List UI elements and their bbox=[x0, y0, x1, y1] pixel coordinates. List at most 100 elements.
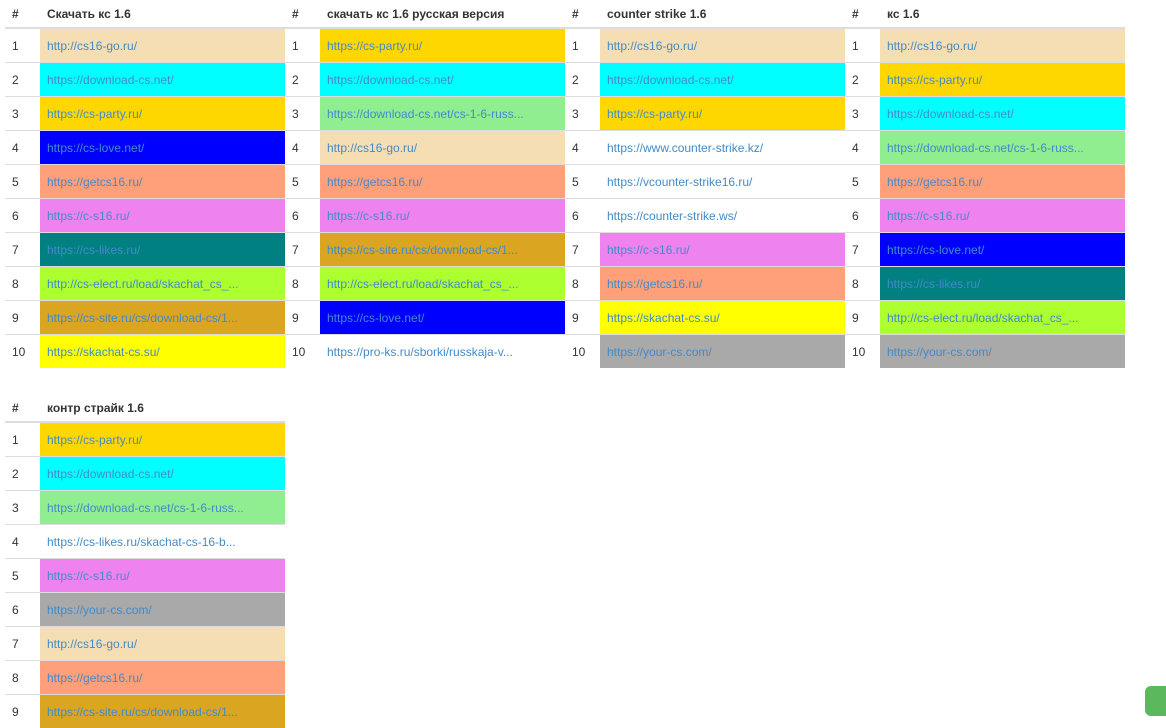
url-cell: https://cs-party.ru/ bbox=[40, 422, 285, 457]
site-link[interactable]: https://c-s16.ru/ bbox=[887, 209, 970, 223]
url-cell: https://c-s16.ru/ bbox=[600, 233, 845, 267]
query-column-header: контр страйк 1.6 bbox=[40, 394, 285, 422]
site-link[interactable]: https://counter-strike.ws/ bbox=[607, 209, 737, 223]
site-link[interactable]: http://cs16-go.ru/ bbox=[47, 39, 137, 53]
site-link[interactable]: https://download-cs.net/cs-1-6-russ... bbox=[327, 107, 524, 121]
site-link[interactable]: https://skachat-cs.su/ bbox=[47, 345, 160, 359]
site-link[interactable]: https://getcs16.ru/ bbox=[327, 175, 422, 189]
site-link[interactable]: http://cs-elect.ru/load/skachat_cs_... bbox=[47, 277, 238, 291]
position-cell: 4 bbox=[5, 131, 40, 165]
position-cell: 7 bbox=[565, 233, 600, 267]
site-link[interactable]: https://getcs16.ru/ bbox=[47, 671, 142, 685]
table-row: 6https://counter-strike.ws/ bbox=[565, 199, 845, 233]
site-link[interactable]: https://c-s16.ru/ bbox=[47, 209, 130, 223]
position-cell: 9 bbox=[565, 301, 600, 335]
ranking-rows: 1https://cs-party.ru/2https://download-c… bbox=[5, 422, 285, 728]
site-link[interactable]: https://cs-love.net/ bbox=[887, 243, 984, 257]
url-cell: https://getcs16.ru/ bbox=[40, 165, 285, 199]
position-cell: 2 bbox=[5, 63, 40, 97]
position-cell: 4 bbox=[565, 131, 600, 165]
site-link[interactable]: https://cs-party.ru/ bbox=[47, 107, 142, 121]
site-link[interactable]: https://cs-party.ru/ bbox=[607, 107, 702, 121]
site-link[interactable]: http://cs16-go.ru/ bbox=[327, 141, 417, 155]
site-link[interactable]: http://cs16-go.ru/ bbox=[607, 39, 697, 53]
site-link[interactable]: https://pro-ks.ru/sborki/russkaja-v... bbox=[327, 345, 513, 359]
site-link[interactable]: https://cs-site.ru/cs/download-cs/1... bbox=[47, 705, 238, 719]
site-link[interactable]: https://cs-site.ru/cs/download-cs/1... bbox=[47, 311, 238, 325]
site-link[interactable]: http://cs-elect.ru/load/skachat_cs_... bbox=[887, 311, 1078, 325]
index-column-header: # bbox=[5, 0, 40, 28]
url-cell: http://cs16-go.ru/ bbox=[880, 28, 1125, 63]
table-row: 10https://your-cs.com/ bbox=[565, 335, 845, 369]
position-cell: 8 bbox=[285, 267, 320, 301]
position-cell: 3 bbox=[5, 491, 40, 525]
ranking-table: # контр страйк 1.6 1https://cs-party.ru/… bbox=[5, 394, 285, 728]
position-cell: 3 bbox=[285, 97, 320, 131]
site-link[interactable]: https://getcs16.ru/ bbox=[887, 175, 982, 189]
site-link[interactable]: https://your-cs.com/ bbox=[47, 603, 152, 617]
table-row: 6https://your-cs.com/ bbox=[5, 593, 285, 627]
position-cell: 6 bbox=[5, 199, 40, 233]
ranking-rows: 1http://cs16-go.ru/2https://cs-party.ru/… bbox=[845, 28, 1125, 368]
url-cell: https://download-cs.net/ bbox=[880, 97, 1125, 131]
site-link[interactable]: https://download-cs.net/cs-1-6-russ... bbox=[887, 141, 1084, 155]
table-row: 2https://cs-party.ru/ bbox=[845, 63, 1125, 97]
site-link[interactable]: https://download-cs.net/ bbox=[327, 73, 454, 87]
table-row: 7https://cs-site.ru/cs/download-cs/1... bbox=[285, 233, 565, 267]
site-link[interactable]: https://c-s16.ru/ bbox=[607, 243, 690, 257]
url-cell: https://cs-love.net/ bbox=[320, 301, 565, 335]
url-cell: https://your-cs.com/ bbox=[880, 335, 1125, 369]
site-link[interactable]: https://cs-party.ru/ bbox=[327, 39, 422, 53]
site-link[interactable]: https://cs-party.ru/ bbox=[47, 433, 142, 447]
site-link[interactable]: https://skachat-cs.su/ bbox=[607, 311, 720, 325]
site-link[interactable]: https://cs-love.net/ bbox=[327, 311, 424, 325]
site-link[interactable]: https://cs-love.net/ bbox=[47, 141, 144, 155]
position-cell: 6 bbox=[285, 199, 320, 233]
table-row: 9 https://skachat-cs.su/ bbox=[565, 301, 845, 335]
site-link[interactable]: https://c-s16.ru/ bbox=[47, 569, 130, 583]
url-cell: https://cs-likes.ru/ bbox=[880, 267, 1125, 301]
table-row: 7http://cs16-go.ru/ bbox=[5, 627, 285, 661]
site-link[interactable]: https://download-cs.net/ bbox=[47, 73, 174, 87]
site-link[interactable]: https://cs-site.ru/cs/download-cs/1... bbox=[327, 243, 518, 257]
site-link[interactable]: https://getcs16.ru/ bbox=[607, 277, 702, 291]
url-cell: https://cs-party.ru/ bbox=[320, 28, 565, 63]
site-link[interactable]: https://cs-likes.ru/skachat-cs-16-b... bbox=[47, 535, 236, 549]
position-cell: 8 bbox=[5, 661, 40, 695]
position-cell: 4 bbox=[5, 525, 40, 559]
ranking-rows: 1http://cs16-go.ru/2https://download-cs.… bbox=[5, 28, 285, 368]
url-cell: https://pro-ks.ru/sborki/russkaja-v... bbox=[320, 335, 565, 369]
url-cell: https://cs-party.ru/ bbox=[880, 63, 1125, 97]
position-cell: 9 bbox=[845, 301, 880, 335]
url-cell: http://cs16-go.ru/ bbox=[600, 28, 845, 63]
site-link[interactable]: https://cs-party.ru/ bbox=[887, 73, 982, 87]
position-cell: 5 bbox=[5, 559, 40, 593]
site-link[interactable]: https://www.counter-strike.kz/ bbox=[607, 141, 763, 155]
site-link[interactable]: https://your-cs.com/ bbox=[607, 345, 712, 359]
table-row: 3https://download-cs.net/ bbox=[845, 97, 1125, 131]
url-cell: https://your-cs.com/ bbox=[600, 335, 845, 369]
url-cell: https://counter-strike.ws/ bbox=[600, 199, 845, 233]
site-link[interactable]: https://your-cs.com/ bbox=[887, 345, 992, 359]
site-link[interactable]: https://getcs16.ru/ bbox=[47, 175, 142, 189]
chat-widget-button[interactable] bbox=[1145, 686, 1166, 716]
ranking-rows: 1http://cs16-go.ru/2https://download-cs.… bbox=[565, 28, 845, 368]
site-link[interactable]: https://download-cs.net/ bbox=[607, 73, 734, 87]
table-row: 9https://cs-love.net/ bbox=[285, 301, 565, 335]
table-row: 10https://your-cs.com/ bbox=[845, 335, 1125, 369]
position-cell: 9 bbox=[5, 695, 40, 728]
position-cell: 5 bbox=[285, 165, 320, 199]
site-link[interactable]: https://cs-likes.ru/ bbox=[887, 277, 980, 291]
site-link[interactable]: https://cs-likes.ru/ bbox=[47, 243, 140, 257]
site-link[interactable]: http://cs16-go.ru/ bbox=[887, 39, 977, 53]
query-column-header: Скачать кс 1.6 bbox=[40, 0, 285, 28]
site-link[interactable]: https://vcounter-strike16.ru/ bbox=[607, 175, 752, 189]
site-link[interactable]: https://download-cs.net/cs-1-6-russ... bbox=[47, 501, 244, 515]
position-cell: 6 bbox=[845, 199, 880, 233]
site-link[interactable]: https://download-cs.net/ bbox=[47, 467, 174, 481]
site-link[interactable]: http://cs-elect.ru/load/skachat_cs_... bbox=[327, 277, 518, 291]
query-column-header: кс 1.6 bbox=[880, 0, 1125, 28]
site-link[interactable]: http://cs16-go.ru/ bbox=[47, 637, 137, 651]
site-link[interactable]: https://c-s16.ru/ bbox=[327, 209, 410, 223]
site-link[interactable]: https://download-cs.net/ bbox=[887, 107, 1014, 121]
